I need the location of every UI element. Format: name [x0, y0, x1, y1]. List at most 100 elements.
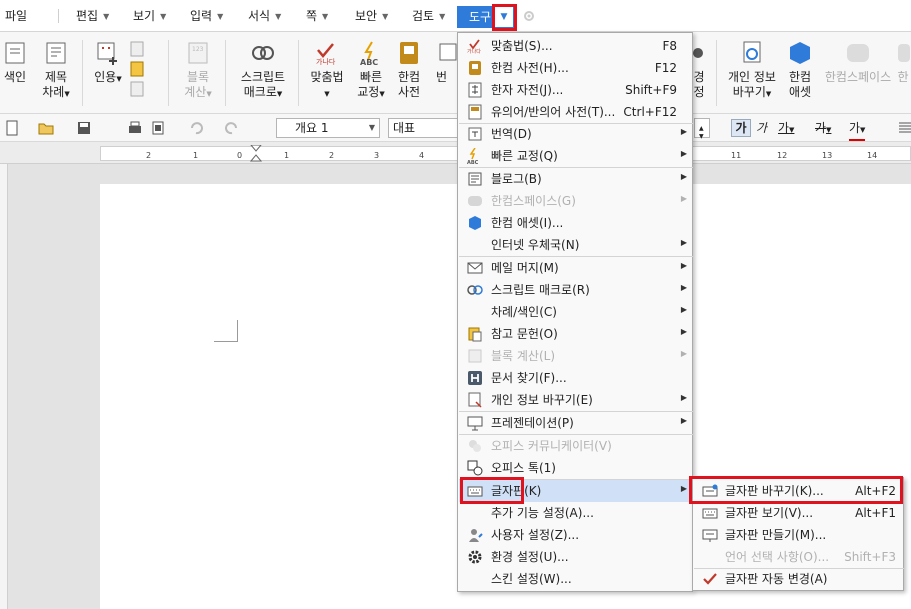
- menu-item-preferences[interactable]: 환경 설정(U)...: [459, 546, 693, 568]
- ruler-number: 13: [822, 151, 833, 160]
- ribbon-hancom-extra-button[interactable]: 한: [896, 40, 910, 85]
- ruler-number: 2: [146, 151, 152, 160]
- ribbon-citation-button[interactable]: 인용▼: [92, 40, 124, 87]
- menu-page[interactable]: 쪽 ▼: [306, 6, 328, 26]
- font-face-select[interactable]: 대표: [388, 118, 458, 138]
- bold-button[interactable]: 가: [731, 119, 751, 137]
- menu-item-spellcheck[interactable]: 가나다 맞춤법(S)... F8: [459, 35, 693, 57]
- menu-bar: 파일 편집 ▼ 보기 ▼ 입력 ▼ 서식 ▼ 쪽 ▼ 보안 ▼ 검토 ▼ 도구 ▼: [0, 0, 911, 32]
- print-icon[interactable]: [127, 120, 143, 136]
- index-icon: [5, 42, 25, 64]
- submenu-item-view-keyboard[interactable]: 글자판 보기(V)... Alt+F1: [694, 502, 904, 524]
- keyboard-switch-icon: [702, 484, 718, 497]
- blog-icon: [468, 172, 482, 186]
- ruler-number: 14: [867, 151, 878, 160]
- menu-item-translate[interactable]: 번역(D) ▶: [459, 123, 693, 145]
- menu-item-blog[interactable]: 블로그(B) ▶: [459, 168, 693, 190]
- ribbon-privacy-button[interactable]: 개인 정보 바꾸기▼: [724, 40, 780, 102]
- menu-insert[interactable]: 입력 ▼: [190, 6, 223, 26]
- chevron-down-icon: ▼: [500, 12, 508, 22]
- chevron-right-icon: ▶: [680, 327, 687, 336]
- menu-review[interactable]: 검토 ▼: [412, 6, 445, 26]
- menu-tools[interactable]: 도구 ▼: [457, 6, 517, 28]
- ribbon-block-calc-button[interactable]: 123 블록 계산▼: [182, 40, 214, 102]
- submenu-item-language-options[interactable]: 언어 선택 사항(O)... Shift+F3: [694, 546, 904, 568]
- redo-icon[interactable]: [224, 120, 240, 136]
- menu-item-find-document[interactable]: 문서 찾기(F)...: [459, 367, 693, 389]
- menu-item-office-communicator[interactable]: 오피스 커뮤니케이터(V): [459, 435, 693, 457]
- menu-item-hancom-space[interactable]: 한컴스페이스(G) ▶: [459, 190, 693, 212]
- ribbon-translate-button[interactable]: 번: [436, 40, 457, 85]
- ribbon-hancom-dictionary-button[interactable]: 한컴 사전: [394, 40, 424, 100]
- ribbon-change-tracking-button[interactable]: 경 정: [692, 40, 706, 100]
- ribbon-separator: [225, 40, 226, 106]
- translate-icon: [468, 127, 482, 141]
- ribbon-hancom-space-button[interactable]: 한컴스페이스: [822, 40, 894, 85]
- menu-item-block-calc[interactable]: 블록 계산(L) ▶: [459, 345, 693, 367]
- menu-item-skin-settings[interactable]: 스킨 설정(W)...: [459, 568, 693, 590]
- ribbon-separator: [298, 40, 299, 106]
- font-color-button[interactable]: 가▼: [849, 119, 866, 141]
- menu-file[interactable]: 파일: [5, 6, 27, 26]
- menu-item-addon-settings[interactable]: 추가 기능 설정(A)...: [459, 502, 693, 524]
- indent-marker-icon[interactable]: [250, 145, 262, 162]
- ruler-number: 1: [193, 151, 199, 160]
- quick-correct-icon: ABC: [360, 41, 378, 66]
- new-document-icon[interactable]: [4, 120, 20, 136]
- save-icon[interactable]: [76, 120, 92, 136]
- submenu-item-auto-switch-keyboard[interactable]: 글자판 자동 변경(A): [694, 568, 904, 590]
- menu-item-internet-post-office[interactable]: 인터넷 우체국(N) ▶: [459, 234, 693, 256]
- chevron-down-icon: ▼: [217, 12, 224, 21]
- chevron-right-icon: ▶: [680, 349, 687, 358]
- vertical-ruler: [0, 164, 8, 609]
- menu-item-mail-merge[interactable]: 메일 머지(M) ▶: [459, 257, 693, 279]
- menu-edit[interactable]: 편집 ▼: [76, 6, 109, 26]
- ruler-number: 0: [237, 151, 243, 160]
- menu-item-quick-correct[interactable]: ABC 빠른 교정(Q) ▶: [459, 145, 693, 167]
- italic-button[interactable]: 가: [756, 119, 767, 137]
- menu-view[interactable]: 보기 ▼: [133, 6, 166, 26]
- menu-item-user-settings[interactable]: 사용자 설정(Z)...: [459, 524, 693, 546]
- menu-item-keyboard[interactable]: 글자판(K) ▶: [459, 480, 693, 502]
- menu-item-toc-index[interactable]: 차례/색인(C) ▶: [459, 301, 693, 323]
- align-justify-icon[interactable]: [897, 120, 911, 136]
- ribbon-hancom-asset-button[interactable]: 한컴 애셋: [784, 40, 816, 100]
- format-toolbar: 개요 1 ▼ 대표 ▲ ▼ 가 가 가▼ 가▼ 가▼: [0, 114, 911, 142]
- underline-button[interactable]: 가▼: [778, 119, 794, 139]
- ribbon-toc-button[interactable]: 제목 차례▼: [36, 40, 76, 102]
- svg-text:가나다: 가나다: [467, 48, 481, 54]
- menu-item-privacy[interactable]: 개인 정보 바꾸기(E) ▶: [459, 389, 693, 411]
- menu-item-hancom-dictionary[interactable]: 한컴 사전(H)... F12: [459, 57, 693, 79]
- menu-security[interactable]: 보안 ▼: [355, 6, 388, 26]
- dictionary-icon: [400, 42, 418, 64]
- menu-format[interactable]: 서식 ▼: [248, 6, 281, 26]
- menu-item-hancom-asset[interactable]: 한컴 애셋(I)...: [459, 212, 693, 234]
- menu-item-office-talk[interactable]: 오피스 톡(1): [459, 457, 693, 479]
- chevron-down-icon: ▼: [382, 12, 389, 21]
- strikethrough-button[interactable]: 가▼: [815, 119, 831, 139]
- submenu-item-change-keyboard[interactable]: 글자판 바꾸기(K)... Alt+F2: [694, 480, 904, 502]
- menu-item-presentation[interactable]: 프레젠테이션(P) ▶: [459, 412, 693, 434]
- chevron-right-icon: ▶: [680, 127, 687, 136]
- menu-tools-dropdown-button[interactable]: ▼: [494, 6, 514, 28]
- ribbon-index-button[interactable]: 색인: [2, 40, 28, 85]
- ribbon-script-macro-button[interactable]: 스크립트 매크로▼: [236, 40, 290, 102]
- menu-item-bibliography[interactable]: 참고 문헌(O) ▶: [459, 323, 693, 345]
- svg-text:ABC: ABC: [467, 160, 479, 164]
- style-select[interactable]: 개요 1 ▼: [276, 118, 380, 138]
- menu-item-script-macro[interactable]: 스크립트 매크로(R) ▶: [459, 279, 693, 301]
- submenu-item-create-keyboard[interactable]: 글자판 만들기(M)...: [694, 524, 904, 546]
- chevron-down-icon: ▼: [439, 12, 446, 21]
- ribbon-quick-correct-button[interactable]: ABC 빠른 교정▼: [354, 40, 388, 102]
- chevron-right-icon: ▶: [680, 238, 687, 247]
- office-talk-icon: [467, 460, 483, 476]
- menu-item-hanja-dictionary[interactable]: 한자 자전(J)... Shift+F9: [459, 79, 693, 101]
- font-size-spinner[interactable]: ▲ ▼: [694, 118, 710, 140]
- menu-item-thesaurus[interactable]: 유의어/반의어 사전(T)... Ctrl+F12: [459, 101, 693, 123]
- print-preview-icon[interactable]: [150, 120, 166, 136]
- ribbon-spellcheck-button[interactable]: 가나다 맞춤법 ▼: [306, 40, 348, 102]
- open-folder-icon[interactable]: [38, 120, 54, 136]
- undo-icon[interactable]: [188, 120, 204, 136]
- chevron-down-icon: ▼: [160, 12, 167, 21]
- chevron-down-icon: ▼: [275, 12, 282, 21]
